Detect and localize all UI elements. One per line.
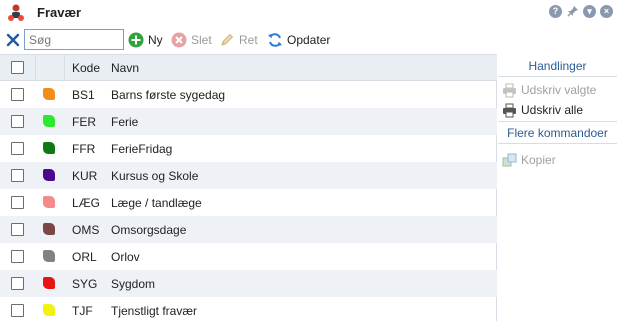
actions-title: Handlinger bbox=[528, 59, 587, 73]
more-commands-title: Flere kommandoer bbox=[507, 126, 608, 140]
print-selected-label: Udskriv valgte bbox=[521, 83, 597, 97]
row-checkbox[interactable] bbox=[11, 277, 24, 290]
column-header-name[interactable]: Navn bbox=[111, 61, 139, 75]
absence-grid: Kode Navn BS1 Barns første sygedag FER F… bbox=[0, 54, 497, 321]
row-checkbox[interactable] bbox=[11, 169, 24, 182]
search-input[interactable] bbox=[24, 29, 124, 50]
table-row[interactable]: TJF Tjenstligt fravær bbox=[0, 297, 497, 321]
print-all-label: Udskriv alle bbox=[521, 103, 584, 117]
cell-name: Sygdom bbox=[111, 277, 156, 291]
cell-code: KUR bbox=[72, 169, 98, 183]
refresh-icon bbox=[268, 33, 282, 47]
cell-name: FerieFridag bbox=[111, 142, 173, 156]
cell-code: BS1 bbox=[72, 88, 95, 102]
print-selected-button[interactable]: Udskriv valgte bbox=[502, 81, 596, 99]
row-checkbox[interactable] bbox=[11, 196, 24, 209]
restore-icon[interactable]: ▾ bbox=[583, 5, 596, 18]
table-row[interactable]: OMS Omsorgsdage bbox=[0, 216, 497, 243]
cell-name: Læge / tandlæge bbox=[111, 196, 202, 210]
clear-search-icon[interactable] bbox=[5, 32, 21, 48]
help-icon[interactable]: ? bbox=[549, 5, 562, 18]
add-icon bbox=[128, 32, 144, 48]
pin-icon[interactable] bbox=[566, 5, 579, 18]
table-row[interactable]: SYG Sygdom bbox=[0, 270, 497, 297]
pencil-icon bbox=[221, 33, 234, 46]
row-checkbox[interactable] bbox=[11, 88, 24, 101]
color-swatch bbox=[43, 277, 55, 289]
copy-button[interactable]: Kopier bbox=[502, 151, 556, 169]
table-row[interactable]: KUR Kursus og Skole bbox=[0, 162, 497, 189]
table-row[interactable]: BS1 Barns første sygedag bbox=[0, 81, 497, 108]
cell-code: TJF bbox=[72, 304, 93, 318]
row-checkbox[interactable] bbox=[11, 250, 24, 263]
edit-button-label: Ret bbox=[239, 33, 258, 47]
refresh-button[interactable]: Opdater bbox=[267, 30, 330, 50]
table-row[interactable]: LÆG Læge / tandlæge bbox=[0, 189, 497, 216]
cell-code: ORL bbox=[72, 250, 97, 264]
divider bbox=[498, 143, 617, 144]
refresh-button-label: Opdater bbox=[287, 33, 331, 47]
color-swatch bbox=[43, 115, 55, 127]
row-checkbox[interactable] bbox=[11, 223, 24, 236]
row-checkbox[interactable] bbox=[11, 142, 24, 155]
cell-name: Orlov bbox=[111, 250, 140, 264]
delete-icon bbox=[171, 32, 187, 48]
cell-code: FER bbox=[72, 115, 96, 129]
cell-name: Tjenstligt fravær bbox=[111, 304, 198, 318]
divider bbox=[498, 121, 617, 122]
select-all-checkbox[interactable] bbox=[11, 61, 24, 74]
printer-icon bbox=[503, 103, 516, 117]
header-separator bbox=[35, 55, 36, 80]
table-row[interactable]: ORL Orlov bbox=[0, 243, 497, 270]
color-swatch bbox=[43, 196, 55, 208]
edit-button[interactable]: Ret bbox=[219, 30, 258, 50]
divider bbox=[498, 76, 617, 77]
cell-code: LÆG bbox=[72, 196, 101, 210]
actions-panel: Handlinger Udskriv valgte Udskriv alle F… bbox=[498, 54, 617, 321]
app-logo-icon bbox=[8, 4, 24, 21]
color-swatch bbox=[43, 142, 55, 154]
row-checkbox[interactable] bbox=[11, 115, 24, 128]
delete-button-label: Slet bbox=[191, 33, 212, 47]
color-swatch bbox=[43, 88, 55, 100]
table-row[interactable]: FER Ferie bbox=[0, 108, 497, 135]
cell-code: FFR bbox=[72, 142, 96, 156]
new-button-label: Ny bbox=[148, 33, 163, 47]
cell-name: Barns første sygedag bbox=[111, 88, 226, 102]
color-swatch bbox=[43, 169, 55, 181]
close-icon[interactable]: × bbox=[600, 5, 613, 18]
table-row[interactable]: FFR FerieFridag bbox=[0, 135, 497, 162]
row-checkbox[interactable] bbox=[11, 304, 24, 317]
printer-icon bbox=[503, 83, 516, 97]
print-all-button[interactable]: Udskriv alle bbox=[502, 101, 583, 119]
window-title: Fravær bbox=[37, 5, 82, 20]
column-header-code[interactable]: Kode bbox=[72, 61, 100, 75]
cell-code: OMS bbox=[72, 223, 100, 237]
cell-name: Kursus og Skole bbox=[111, 169, 199, 183]
color-swatch bbox=[43, 223, 55, 235]
color-swatch bbox=[43, 250, 55, 262]
copy-icon bbox=[502, 153, 517, 166]
cell-name: Omsorgsdage bbox=[111, 223, 187, 237]
grid-header: Kode Navn bbox=[0, 54, 497, 81]
new-button[interactable]: Ny bbox=[128, 30, 163, 50]
header-separator bbox=[64, 55, 65, 80]
delete-button[interactable]: Slet bbox=[171, 30, 212, 50]
title-bar: Fravær ? ▾ × bbox=[0, 0, 617, 26]
cell-name: Ferie bbox=[111, 115, 139, 129]
toolbar: Ny Slet Ret Opdater bbox=[0, 28, 617, 52]
color-swatch bbox=[43, 304, 55, 316]
cell-code: SYG bbox=[72, 277, 98, 291]
copy-label: Kopier bbox=[521, 153, 556, 167]
